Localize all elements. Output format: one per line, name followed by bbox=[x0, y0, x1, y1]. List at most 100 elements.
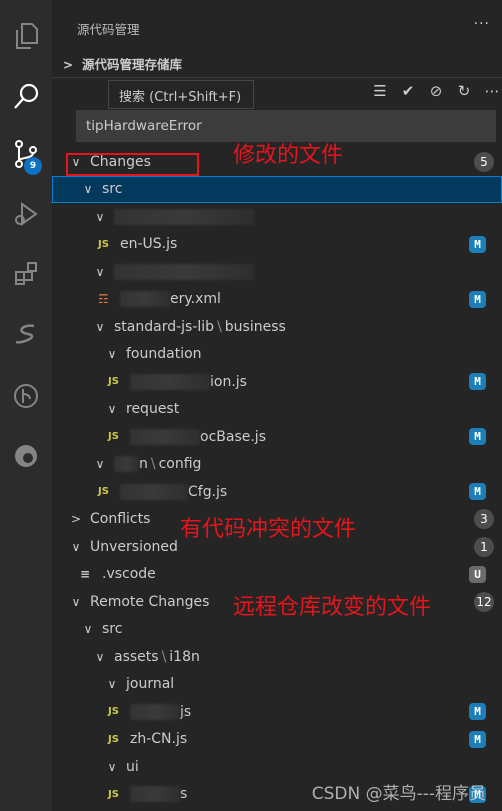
row-label: Remote Changes bbox=[90, 593, 210, 610]
folder-row[interactable]: ∨ request bbox=[52, 396, 502, 423]
redacted-name bbox=[114, 456, 139, 472]
file-row[interactable]: JS en-US.js M bbox=[52, 231, 502, 258]
row-label: assets bbox=[114, 648, 159, 665]
row-label: ui bbox=[126, 758, 139, 775]
divider bbox=[52, 77, 502, 78]
row-label: ery.xml bbox=[170, 291, 221, 307]
status-badge: M bbox=[469, 483, 486, 500]
count-badge: 3 bbox=[474, 509, 494, 529]
repositories-section[interactable]: > 源代码管理存储库 bbox=[60, 54, 182, 73]
file-row[interactable]: JS ion.js M bbox=[52, 368, 502, 395]
status-badge: M bbox=[469, 703, 486, 720]
run-debug-icon[interactable] bbox=[0, 190, 52, 238]
explorer-icon[interactable] bbox=[0, 12, 52, 60]
revert-icon[interactable]: ⊘ bbox=[426, 82, 446, 100]
folder-row[interactable]: ∨ src bbox=[52, 175, 502, 203]
status-badge: U bbox=[469, 565, 486, 583]
row-label: js bbox=[180, 703, 192, 720]
row-label: src bbox=[102, 181, 123, 197]
chevron-down-icon: ∨ bbox=[95, 649, 105, 664]
search-icon[interactable] bbox=[0, 72, 52, 120]
folder-row[interactable]: ∨ standard-js-lib \ business bbox=[52, 313, 502, 340]
row-label: ion.js bbox=[210, 373, 247, 390]
chevron-down-icon: ∨ bbox=[83, 622, 93, 636]
edge-icon[interactable] bbox=[0, 432, 52, 480]
js-file-icon: JS bbox=[108, 706, 119, 717]
folder-row[interactable]: ∨ bbox=[52, 203, 502, 230]
js-file-icon: JS bbox=[98, 238, 109, 250]
annotation-remote: 远程仓库改变的文件 bbox=[233, 595, 432, 620]
row-label: zh-CN.js bbox=[130, 731, 188, 747]
annotation-conflicts: 有代码冲突的文件 bbox=[180, 517, 357, 542]
status-badge: M bbox=[469, 428, 486, 445]
xml-file-icon: ☶ bbox=[98, 292, 109, 306]
chevron-right-icon: > bbox=[62, 58, 74, 72]
file-row[interactable]: JS js M bbox=[52, 698, 502, 725]
tree-view-icon[interactable]: ☰ bbox=[370, 82, 390, 100]
chevron-right-icon: > bbox=[70, 512, 82, 526]
row-label: Conflicts bbox=[90, 511, 151, 527]
path-separator: \ bbox=[150, 456, 156, 472]
section-label: 源代码管理存储库 bbox=[82, 57, 183, 72]
row-label: .vscode bbox=[102, 566, 156, 582]
activity-bar: 9 bbox=[0, 0, 52, 811]
more-icon[interactable]: ⋯ bbox=[482, 82, 502, 100]
file-row[interactable]: ☶ ery.xml M bbox=[52, 286, 502, 313]
chevron-down-icon: ∨ bbox=[95, 319, 105, 334]
more-actions-icon[interactable]: ··· bbox=[474, 16, 490, 32]
folder-row[interactable]: ∨ assets \ i18n bbox=[52, 643, 502, 670]
redacted-name bbox=[130, 786, 180, 802]
extensions-icon[interactable] bbox=[0, 250, 52, 298]
gitlens-icon[interactable] bbox=[0, 372, 52, 420]
row-label: en-US.js bbox=[120, 236, 178, 252]
svn-icon[interactable] bbox=[0, 310, 52, 358]
highlight-box bbox=[66, 153, 199, 176]
text-file-icon: ≡ bbox=[80, 567, 91, 581]
redacted-name bbox=[114, 263, 254, 280]
watermark: CSDN @菜鸟---程序员 bbox=[311, 784, 486, 804]
file-row[interactable]: JS ocBase.js M bbox=[52, 423, 502, 450]
redacted-name bbox=[114, 208, 254, 225]
panel-title: 源代码管理 bbox=[77, 22, 140, 37]
refresh-icon[interactable]: ↻ bbox=[454, 82, 474, 100]
folder-row[interactable]: ∨ ui bbox=[52, 753, 502, 780]
redacted-name bbox=[130, 428, 200, 445]
search-tooltip: 搜索 (Ctrl+Shift+F) bbox=[108, 80, 254, 109]
redacted-name bbox=[130, 373, 210, 390]
chevron-down-icon: ∨ bbox=[107, 347, 117, 361]
js-file-icon: JS bbox=[108, 733, 119, 745]
js-file-icon: JS bbox=[108, 376, 119, 387]
status-badge: M bbox=[469, 290, 486, 308]
source-control-panel: 源代码管理 ··· > 源代码管理存储库 搜索 (Ctrl+Shift+F) ☰ … bbox=[52, 0, 502, 811]
count-badge: 5 bbox=[474, 151, 494, 172]
folder-row[interactable]: ∨ foundation bbox=[52, 341, 502, 368]
row-label-2: business bbox=[224, 318, 286, 335]
redacted-name bbox=[130, 703, 180, 720]
chevron-down-icon: ∨ bbox=[107, 759, 117, 774]
chevron-down-icon: ∨ bbox=[107, 402, 117, 416]
file-row[interactable]: JS zh-CN.js M bbox=[52, 726, 502, 753]
folder-row[interactable]: ∨ bbox=[52, 258, 502, 285]
scm-toolbar: ☰ ✔ ⊘ ↻ ⋯ bbox=[370, 82, 502, 100]
path-separator: \ bbox=[217, 318, 222, 335]
file-row[interactable]: JS Cfg.js M bbox=[52, 478, 502, 505]
row-label: Unversioned bbox=[90, 538, 178, 555]
count-badge: 1 bbox=[474, 536, 494, 557]
chevron-down-icon: ∨ bbox=[95, 209, 105, 224]
chevron-down-icon: ∨ bbox=[95, 457, 105, 471]
count-badge: 12 bbox=[474, 591, 494, 612]
folder-row[interactable]: ∨ journal bbox=[52, 671, 502, 698]
chevron-down-icon: ∨ bbox=[71, 594, 81, 609]
row-label-2: config bbox=[158, 456, 202, 472]
row-label: src bbox=[102, 621, 123, 637]
folder-row[interactable]: ∨ n \ config bbox=[52, 451, 502, 478]
commit-check-icon[interactable]: ✔ bbox=[398, 82, 418, 100]
chevron-down-icon: ∨ bbox=[71, 539, 81, 554]
js-file-icon: JS bbox=[98, 486, 109, 497]
row-label: s bbox=[180, 786, 188, 802]
redacted-name bbox=[120, 291, 170, 307]
chevron-down-icon: ∨ bbox=[107, 677, 117, 691]
chevron-down-icon: ∨ bbox=[95, 264, 105, 279]
file-row[interactable]: ≡ .vscode U bbox=[52, 561, 502, 588]
status-badge: M bbox=[469, 373, 486, 390]
